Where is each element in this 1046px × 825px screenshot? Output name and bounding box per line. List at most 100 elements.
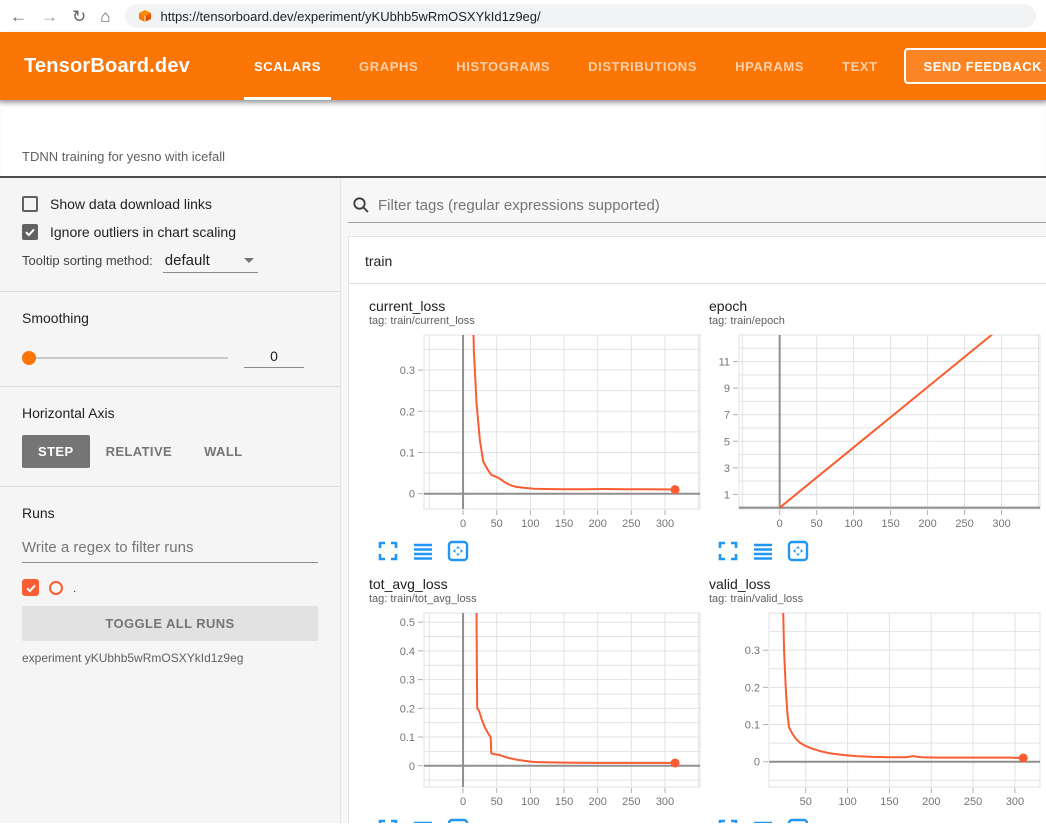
home-icon[interactable]: ⌂ — [100, 8, 110, 25]
smoothing-slider-thumb[interactable] — [22, 351, 36, 365]
scalars-dashboard: train current_loss tag: train/current_lo… — [341, 178, 1046, 823]
fullscreen-icon[interactable] — [377, 540, 399, 562]
reload-icon[interactable]: ↻ — [72, 8, 86, 25]
experiment-title: TDNN training for yesno with icefall — [22, 149, 225, 164]
show-download-links-checkbox[interactable]: Show data download links — [22, 196, 318, 212]
url-text: https://tensorboard.dev/experiment/yKUbh… — [161, 9, 541, 24]
svg-text:0.3: 0.3 — [745, 645, 760, 657]
svg-text:7: 7 — [724, 410, 730, 422]
runs-regex-input[interactable] — [22, 535, 318, 563]
chart-title: tot_avg_loss — [369, 576, 701, 592]
fit-domain-icon[interactable] — [787, 818, 809, 823]
tooltip-sorting-label: Tooltip sorting method: — [22, 253, 153, 268]
back-icon[interactable]: ← — [10, 8, 27, 25]
axis-wall-button[interactable]: WALL — [188, 435, 258, 468]
brand-title[interactable]: TensorBoard.dev — [24, 55, 190, 78]
svg-text:300: 300 — [656, 796, 674, 808]
svg-text:9: 9 — [724, 383, 730, 395]
chart-title: valid_loss — [709, 576, 1041, 592]
smoothing-label: Smoothing — [22, 310, 318, 326]
train-section-card: train current_loss tag: train/current_lo… — [348, 236, 1046, 823]
axis-step-button[interactable]: STEP — [22, 435, 90, 468]
svg-text:0: 0 — [409, 761, 415, 773]
svg-text:300: 300 — [992, 518, 1010, 530]
fullscreen-icon[interactable] — [377, 818, 399, 823]
tab-scalars[interactable]: SCALARS — [250, 32, 325, 100]
chart-card-epoch: epoch tag: train/epoch 05010015020025030… — [709, 298, 1041, 562]
line-chart-current-loss[interactable]: 05010015020025030000.10.20.3 — [369, 333, 701, 533]
line-chart-epoch[interactable]: 0501001502002503001357911 — [709, 333, 1041, 533]
axis-relative-button[interactable]: RELATIVE — [90, 435, 189, 468]
send-feedback-button[interactable]: SEND FEEDBACK — [904, 48, 1046, 84]
address-bar[interactable]: https://tensorboard.dev/experiment/yKUbh… — [125, 4, 1036, 28]
forward-icon[interactable]: → — [41, 8, 58, 25]
tooltip-sorting-select[interactable]: default — [163, 252, 258, 273]
data-download-icon[interactable] — [412, 540, 434, 562]
run-row: . — [22, 579, 318, 596]
svg-text:11: 11 — [719, 357, 730, 369]
svg-text:200: 200 — [918, 518, 936, 530]
chart-card-current-loss: current_loss tag: train/current_loss 050… — [369, 298, 701, 562]
svg-text:150: 150 — [555, 796, 573, 808]
fit-domain-icon[interactable] — [787, 540, 809, 562]
run-name: . — [73, 581, 76, 595]
svg-text:0: 0 — [460, 796, 466, 808]
svg-text:100: 100 — [521, 796, 539, 808]
tab-distributions[interactable]: DISTRIBUTIONS — [584, 32, 701, 100]
svg-text:100: 100 — [838, 796, 856, 808]
svg-text:0.2: 0.2 — [400, 703, 415, 715]
svg-text:300: 300 — [656, 518, 674, 530]
chart-toolbar — [709, 540, 1041, 562]
checkbox-unchecked-icon — [22, 196, 38, 212]
svg-text:5: 5 — [724, 436, 730, 448]
svg-text:150: 150 — [880, 796, 898, 808]
tab-text[interactable]: TEXT — [838, 32, 882, 100]
fullscreen-icon[interactable] — [717, 818, 739, 823]
svg-text:0.5: 0.5 — [400, 617, 415, 629]
toggle-all-runs-button[interactable]: TOGGLE ALL RUNS — [22, 606, 318, 641]
browser-toolbar: ← → ↻ ⌂ https://tensorboard.dev/experime… — [0, 0, 1046, 32]
run-checkbox[interactable] — [22, 579, 39, 596]
svg-text:200: 200 — [922, 796, 940, 808]
section-header-train[interactable]: train — [349, 237, 1046, 284]
svg-text:150: 150 — [881, 518, 899, 530]
tensorboard-favicon — [137, 8, 153, 24]
smoothing-slider[interactable] — [22, 357, 228, 359]
tab-hparams[interactable]: HPARAMS — [731, 32, 808, 100]
app-header: TensorBoard.dev SCALARS GRAPHS HISTOGRAM… — [0, 32, 1046, 100]
fit-domain-icon[interactable] — [447, 818, 469, 823]
experiment-title-band: TDNN training for yesno with icefall — [0, 100, 1046, 178]
ignore-outliers-checkbox[interactable]: Ignore outliers in chart scaling — [22, 224, 318, 240]
svg-text:150: 150 — [555, 518, 573, 530]
fullscreen-icon[interactable] — [717, 540, 739, 562]
data-download-icon[interactable] — [752, 818, 774, 823]
chart-card-tot-avg-loss: tot_avg_loss tag: train/tot_avg_loss 0 50… — [369, 576, 701, 823]
nav-tabs: SCALARS GRAPHS HISTOGRAMS DISTRIBUTIONS … — [250, 32, 882, 100]
line-chart-tot-avg-loss[interactable]: 05010015020025030000.10.20.30.40.5 — [369, 611, 701, 811]
chart-tag: tag: train/tot_avg_loss — [369, 593, 701, 605]
svg-text:300: 300 — [1006, 796, 1024, 808]
svg-text:200: 200 — [588, 518, 606, 530]
tab-histograms[interactable]: HISTOGRAMS — [452, 32, 554, 100]
smoothing-value[interactable]: 0 — [244, 348, 304, 368]
tag-filter-input[interactable] — [378, 197, 1046, 214]
line-chart-valid-loss[interactable]: 5010015020025030000.10.20.3 — [709, 611, 1041, 811]
fit-domain-icon[interactable] — [447, 540, 469, 562]
chart-tag: tag: train/current_loss — [369, 315, 701, 327]
data-download-icon[interactable] — [752, 540, 774, 562]
experiment-id-label: experiment yKUbhb5wRmOSXYkId1z9eg — [22, 651, 318, 665]
svg-text:100: 100 — [521, 518, 539, 530]
data-download-icon[interactable] — [412, 818, 434, 823]
svg-text:50: 50 — [800, 796, 812, 808]
svg-text:0.2: 0.2 — [745, 682, 760, 694]
svg-text:50: 50 — [491, 796, 503, 808]
tab-graphs[interactable]: GRAPHS — [355, 32, 422, 100]
chart-toolbar — [709, 818, 1041, 823]
charts-grid: current_loss tag: train/current_loss 050… — [349, 284, 1046, 823]
chart-tag: tag: train/valid_loss — [709, 593, 1041, 605]
svg-text:1: 1 — [724, 489, 730, 501]
show-download-links-label: Show data download links — [50, 196, 212, 212]
svg-text:0: 0 — [754, 757, 760, 769]
svg-text:50: 50 — [491, 518, 503, 530]
horizontal-axis-label: Horizontal Axis — [22, 405, 318, 421]
